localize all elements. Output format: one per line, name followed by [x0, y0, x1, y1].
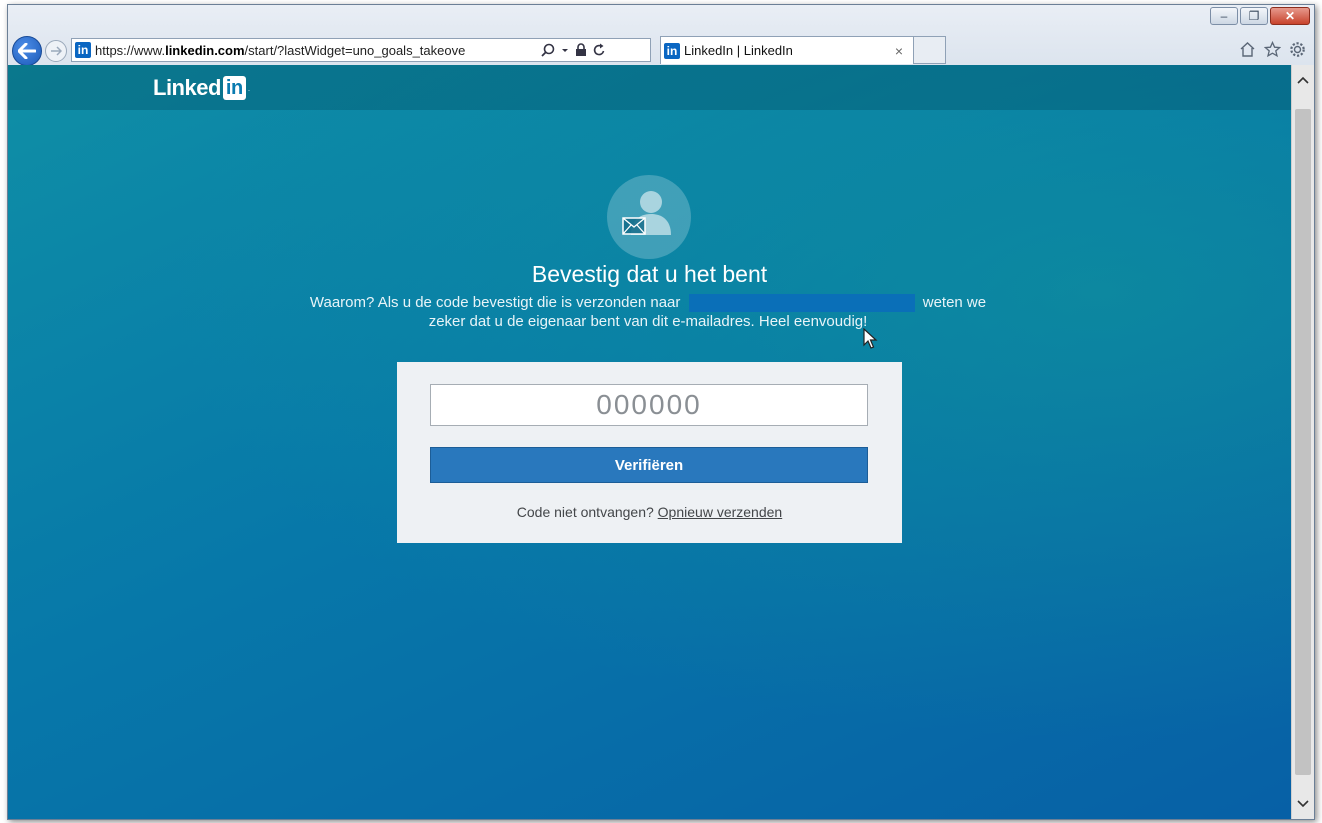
- verification-content: Bevestig dat u het bent Waarom? Als u de…: [8, 65, 1291, 819]
- verification-card: Verifiëren Code niet ontvangen? Opnieuw …: [397, 362, 902, 543]
- restore-button[interactable]: ❐: [1240, 7, 1268, 25]
- chevron-up-icon: [1297, 76, 1309, 84]
- new-tab-button[interactable]: [914, 36, 946, 64]
- dropdown-icon[interactable]: [561, 43, 569, 57]
- explanation-part1: Waarom? Als u de code bevestigt die is v…: [309, 294, 681, 311]
- lock-icon[interactable]: [575, 43, 587, 57]
- resend-line: Code niet ontvangen? Opnieuw verzenden: [397, 504, 902, 520]
- browser-window: – ❐ ✕ in https://www.linkedin.com/start/…: [7, 4, 1315, 820]
- forward-button[interactable]: [45, 40, 67, 62]
- minimize-button[interactable]: –: [1210, 7, 1238, 25]
- chevron-down-icon: [1297, 800, 1309, 808]
- forward-arrow-icon: [51, 46, 62, 56]
- browser-tools: [1239, 41, 1306, 58]
- gear-icon[interactable]: [1289, 41, 1306, 58]
- verify-button[interactable]: Verifiëren: [430, 447, 868, 483]
- back-arrow-icon: [18, 43, 36, 59]
- address-bar[interactable]: in https://www.linkedin.com/start/?lastW…: [71, 38, 651, 62]
- tab-title: LinkedIn | LinkedIn: [684, 43, 793, 58]
- address-icons: [541, 43, 606, 57]
- home-icon[interactable]: [1239, 41, 1256, 58]
- star-icon[interactable]: [1264, 41, 1281, 58]
- back-button[interactable]: [12, 36, 42, 66]
- browser-chrome: – ❐ ✕ in https://www.linkedin.com/start/…: [8, 5, 1314, 66]
- tab-favicon: in: [664, 42, 680, 59]
- user-silhouette-icon: [631, 191, 671, 235]
- verification-code-input[interactable]: [430, 384, 868, 426]
- explanation-part2: weten we: [922, 294, 987, 311]
- mouse-cursor-icon: [863, 328, 878, 349]
- close-window-button[interactable]: ✕: [1270, 7, 1310, 25]
- site-favicon: in: [75, 42, 91, 58]
- verification-explanation: Waarom? Als u de code bevestigt die is v…: [248, 293, 1048, 331]
- resend-code-link[interactable]: Opnieuw verzenden: [658, 504, 783, 520]
- vertical-scrollbar[interactable]: [1291, 65, 1314, 819]
- tab-close-icon[interactable]: ×: [895, 43, 903, 59]
- scroll-up-button[interactable]: [1292, 69, 1314, 91]
- explanation-line2: zeker dat u de eigenaar bent van dit e-m…: [428, 313, 868, 331]
- avatar: [607, 175, 691, 259]
- redacted-email: [688, 294, 915, 313]
- scroll-down-button[interactable]: [1292, 793, 1314, 815]
- address-url[interactable]: https://www.linkedin.com/start/?lastWidg…: [95, 43, 535, 58]
- window-controls: – ❐ ✕: [1210, 7, 1310, 25]
- tab-linkedin[interactable]: in LinkedIn | LinkedIn ×: [660, 36, 914, 64]
- navigation-bar: in https://www.linkedin.com/start/?lastW…: [8, 33, 1314, 66]
- resend-prompt: Code niet ontvangen?: [516, 504, 654, 520]
- refresh-icon[interactable]: [593, 43, 606, 57]
- page-viewport: Linked in . Bevestig dat u het bent Waar…: [8, 65, 1291, 819]
- page-title: Bevestig dat u het bent: [531, 261, 768, 287]
- search-icon[interactable]: [541, 43, 555, 57]
- scroll-thumb[interactable]: [1295, 109, 1311, 775]
- mail-icon: [622, 217, 646, 235]
